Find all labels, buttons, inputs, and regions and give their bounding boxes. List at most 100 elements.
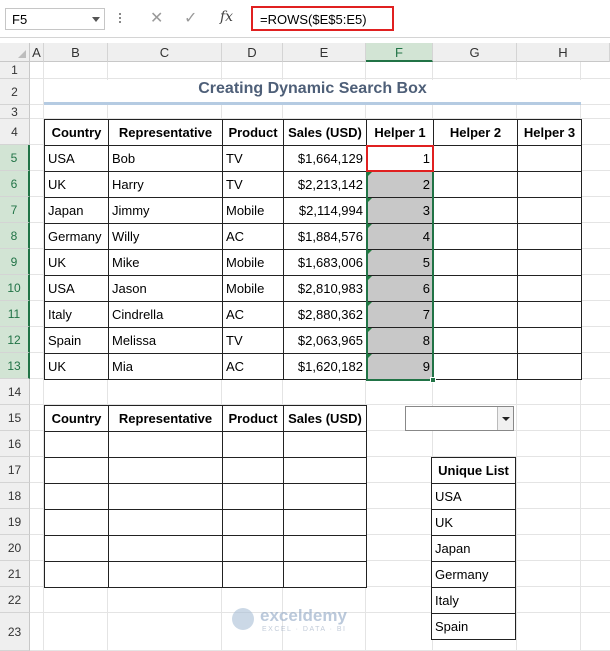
table-cell[interactable]: Spain	[44, 327, 109, 354]
row-header-14[interactable]: 14	[0, 379, 30, 405]
table-cell[interactable]: $2,810,983	[283, 275, 367, 302]
table-cell[interactable]	[108, 483, 223, 510]
table-cell[interactable]: USA	[431, 483, 516, 510]
name-box[interactable]: F5	[5, 8, 105, 30]
chevron-down-icon[interactable]	[92, 17, 100, 22]
table-cell[interactable]: USA	[44, 275, 109, 302]
table-cell[interactable]	[222, 431, 284, 458]
table-cell[interactable]: Mia	[108, 353, 223, 380]
table-cell[interactable]	[222, 457, 284, 484]
row-header-11[interactable]: 11	[0, 301, 30, 327]
drag-handle-icon[interactable]	[119, 13, 122, 27]
row-header-7[interactable]: 7	[0, 197, 30, 223]
column-heading[interactable]: Representative	[108, 405, 223, 432]
table-cell[interactable]: Melissa	[108, 327, 223, 354]
column-heading[interactable]: Helper 2	[433, 119, 518, 146]
table-cell[interactable]	[433, 171, 518, 198]
row-header-15[interactable]: 15	[0, 405, 30, 431]
row-header-5[interactable]: 5	[0, 145, 30, 171]
row-header-2[interactable]: 2	[0, 79, 30, 105]
column-heading[interactable]: Sales (USD)	[283, 405, 367, 432]
table-cell[interactable]: $1,884,576	[283, 223, 367, 250]
row-header-21[interactable]: 21	[0, 561, 30, 587]
column-header-c[interactable]: C	[108, 43, 222, 62]
column-heading[interactable]: Country	[44, 119, 109, 146]
table-cell[interactable]	[433, 301, 518, 328]
formula-input[interactable]: =ROWS($E$5:E5)	[251, 6, 394, 31]
table-cell[interactable]: Mobile	[222, 249, 284, 276]
table-cell[interactable]	[517, 301, 582, 328]
table-cell[interactable]	[433, 327, 518, 354]
error-indicator-icon[interactable]	[367, 328, 372, 333]
table-cell[interactable]	[517, 249, 582, 276]
table-cell[interactable]: $1,664,129	[283, 145, 367, 172]
table-cell[interactable]: 9	[366, 353, 434, 380]
fill-handle[interactable]	[430, 377, 436, 383]
table-cell[interactable]	[433, 223, 518, 250]
row-header-22[interactable]: 22	[0, 587, 30, 613]
table-cell[interactable]	[433, 353, 518, 380]
table-cell[interactable]: $2,063,965	[283, 327, 367, 354]
table-cell[interactable]	[222, 483, 284, 510]
table-cell[interactable]: Jimmy	[108, 197, 223, 224]
table-cell[interactable]	[222, 561, 284, 588]
row-header-16[interactable]: 16	[0, 431, 30, 457]
row-header-18[interactable]: 18	[0, 483, 30, 509]
error-indicator-icon[interactable]	[367, 276, 372, 281]
row-header-8[interactable]: 8	[0, 223, 30, 249]
table-cell[interactable]	[44, 457, 109, 484]
row-header-1[interactable]: 1	[0, 62, 30, 79]
error-indicator-icon[interactable]	[367, 302, 372, 307]
table-cell[interactable]: Willy	[108, 223, 223, 250]
table-cell[interactable]	[517, 145, 582, 172]
column-header-f[interactable]: F	[366, 43, 433, 62]
table-cell[interactable]	[517, 223, 582, 250]
table-cell[interactable]	[222, 535, 284, 562]
table-cell[interactable]	[283, 561, 367, 588]
table-cell[interactable]: Cindrella	[108, 301, 223, 328]
enter-icon[interactable]: ✓	[184, 10, 197, 28]
column-heading[interactable]: Country	[44, 405, 109, 432]
table-cell[interactable]: Mike	[108, 249, 223, 276]
column-header-b[interactable]: B	[44, 43, 108, 62]
table-cell[interactable]: TV	[222, 327, 284, 354]
table-cell[interactable]: Japan	[431, 535, 516, 562]
table-cell[interactable]	[108, 561, 223, 588]
insert-function-icon[interactable]: fx	[220, 9, 233, 25]
table-cell[interactable]	[44, 431, 109, 458]
error-indicator-icon[interactable]	[367, 172, 372, 177]
table-cell[interactable]: 7	[366, 301, 434, 328]
table-cell[interactable]: Spain	[431, 613, 516, 640]
row-header-12[interactable]: 12	[0, 327, 30, 353]
table-cell[interactable]	[44, 535, 109, 562]
table-cell[interactable]: $1,620,182	[283, 353, 367, 380]
table-cell[interactable]: $1,683,006	[283, 249, 367, 276]
error-indicator-icon[interactable]	[367, 198, 372, 203]
table-cell[interactable]	[433, 275, 518, 302]
table-cell[interactable]	[517, 275, 582, 302]
table-cell[interactable]	[517, 197, 582, 224]
row-header-20[interactable]: 20	[0, 535, 30, 561]
row-header-17[interactable]: 17	[0, 457, 30, 483]
table-cell[interactable]: 1	[366, 145, 434, 172]
column-header-e[interactable]: E	[283, 43, 366, 62]
table-cell[interactable]: 8	[366, 327, 434, 354]
table-cell[interactable]	[108, 509, 223, 536]
table-cell[interactable]: UK	[44, 249, 109, 276]
table-cell[interactable]	[433, 249, 518, 276]
table-cell[interactable]: UK	[44, 353, 109, 380]
table-cell[interactable]	[433, 145, 518, 172]
table-cell[interactable]: 3	[366, 197, 434, 224]
column-header-h[interactable]: H	[517, 43, 610, 62]
table-cell[interactable]	[44, 483, 109, 510]
unique-list-header[interactable]: Unique List	[431, 457, 516, 484]
error-indicator-icon[interactable]	[367, 354, 372, 359]
row-header-4[interactable]: 4	[0, 119, 30, 145]
table-cell[interactable]	[517, 353, 582, 380]
table-cell[interactable]: AC	[222, 353, 284, 380]
table-cell[interactable]	[108, 535, 223, 562]
table-cell[interactable]	[283, 457, 367, 484]
table-cell[interactable]	[283, 535, 367, 562]
error-indicator-icon[interactable]	[367, 250, 372, 255]
table-cell[interactable]: UK	[431, 509, 516, 536]
